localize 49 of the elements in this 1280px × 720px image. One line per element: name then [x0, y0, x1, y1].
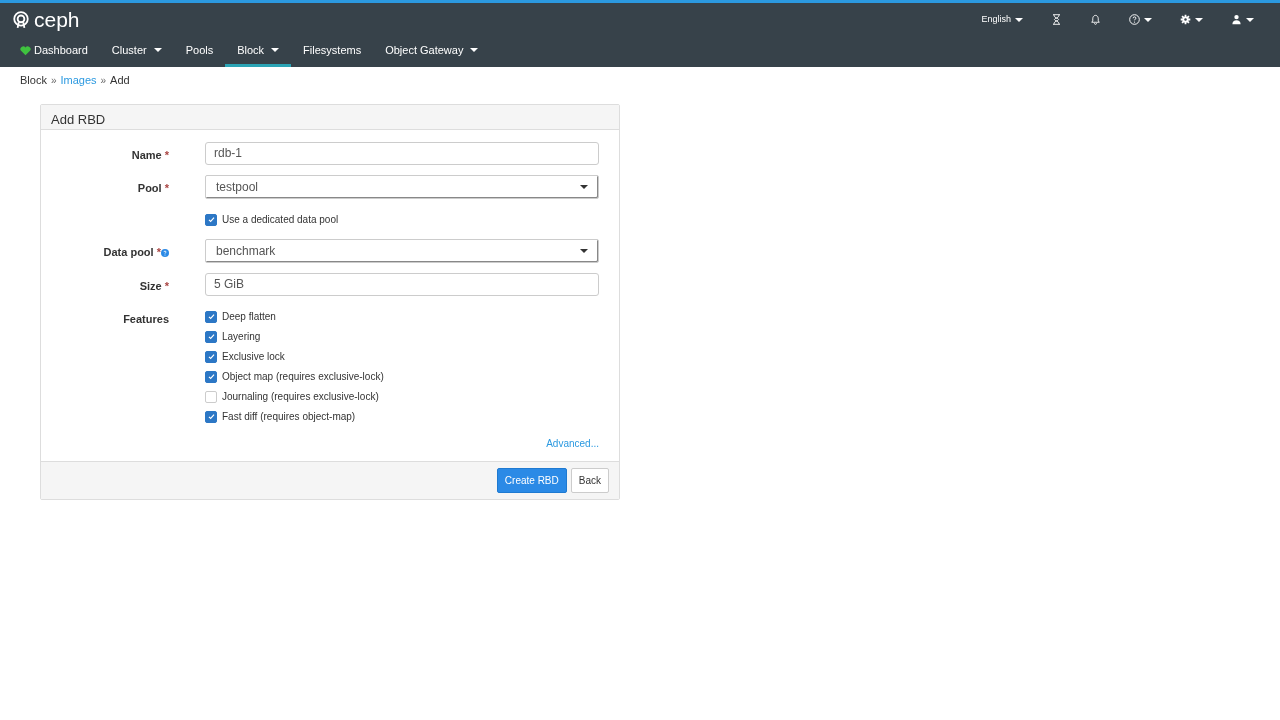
nav-tab[interactable]: Cluster — [99, 36, 174, 67]
field-label: Data pool — [103, 245, 154, 258]
field-label: Pool — [137, 181, 162, 194]
checkbox-label: Exclusive lock — [222, 350, 285, 364]
form-title: Add RBD — [41, 104, 619, 130]
checkbox[interactable] — [205, 310, 217, 323]
text-field[interactable]: 5 GiB — [205, 272, 599, 296]
required-mark: * — [164, 181, 169, 194]
required-mark: * — [164, 279, 169, 292]
field-label: Size — [139, 279, 162, 292]
field-label: Features — [123, 312, 169, 325]
heart-icon — [20, 44, 31, 56]
checkbox[interactable] — [205, 370, 217, 383]
breadcrumb-item: Add — [110, 73, 130, 88]
user-icon — [1231, 14, 1242, 25]
settings-icon — [1180, 14, 1191, 25]
text-field[interactable]: rdb-1 — [205, 141, 599, 165]
checkbox[interactable] — [205, 350, 217, 363]
field-label: Name — [131, 148, 162, 161]
breadcrumb-item: Block — [20, 73, 47, 88]
logo-icon — [12, 10, 30, 29]
checkbox[interactable] — [205, 410, 217, 423]
checkbox-label: Fast diff (requires object-map) — [222, 410, 356, 424]
breadcrumb-separator: » — [50, 73, 57, 88]
checkbox-label: Journaling (requires exclusive-lock) — [222, 390, 379, 404]
checkbox-label: Deep flatten — [222, 310, 276, 324]
checkbox-label: Object map (requires exclusive-lock) — [222, 370, 384, 384]
bell-icon — [1090, 14, 1101, 25]
required-mark: * — [156, 245, 161, 258]
language-dropdown[interactable]: English — [967, 6, 1037, 33]
nav-tab[interactable]: Dashboard — [8, 36, 100, 67]
checkbox[interactable] — [205, 330, 217, 343]
hourglass-icon — [1051, 14, 1062, 25]
required-mark: * — [164, 148, 169, 161]
brand-name: ceph — [34, 9, 80, 30]
nav-tab[interactable]: Pools — [173, 36, 226, 67]
nav-tab[interactable]: Filesystems — [291, 36, 374, 67]
nav-tab[interactable]: Block — [225, 36, 292, 67]
checkbox[interactable] — [205, 213, 217, 226]
select-field[interactable]: testpool — [205, 174, 599, 199]
back-button[interactable]: Back — [570, 467, 609, 493]
checkbox-label: Layering — [222, 330, 261, 344]
checkbox-label: Use a dedicated data pool — [222, 213, 339, 227]
help-icon — [1129, 14, 1140, 25]
create-button[interactable]: Create RBD — [496, 467, 567, 493]
breadcrumb-separator: » — [100, 73, 107, 88]
checkbox[interactable] — [205, 390, 217, 403]
nav-tab[interactable]: Object Gateway — [373, 36, 491, 67]
select-field[interactable]: benchmark — [205, 238, 599, 263]
